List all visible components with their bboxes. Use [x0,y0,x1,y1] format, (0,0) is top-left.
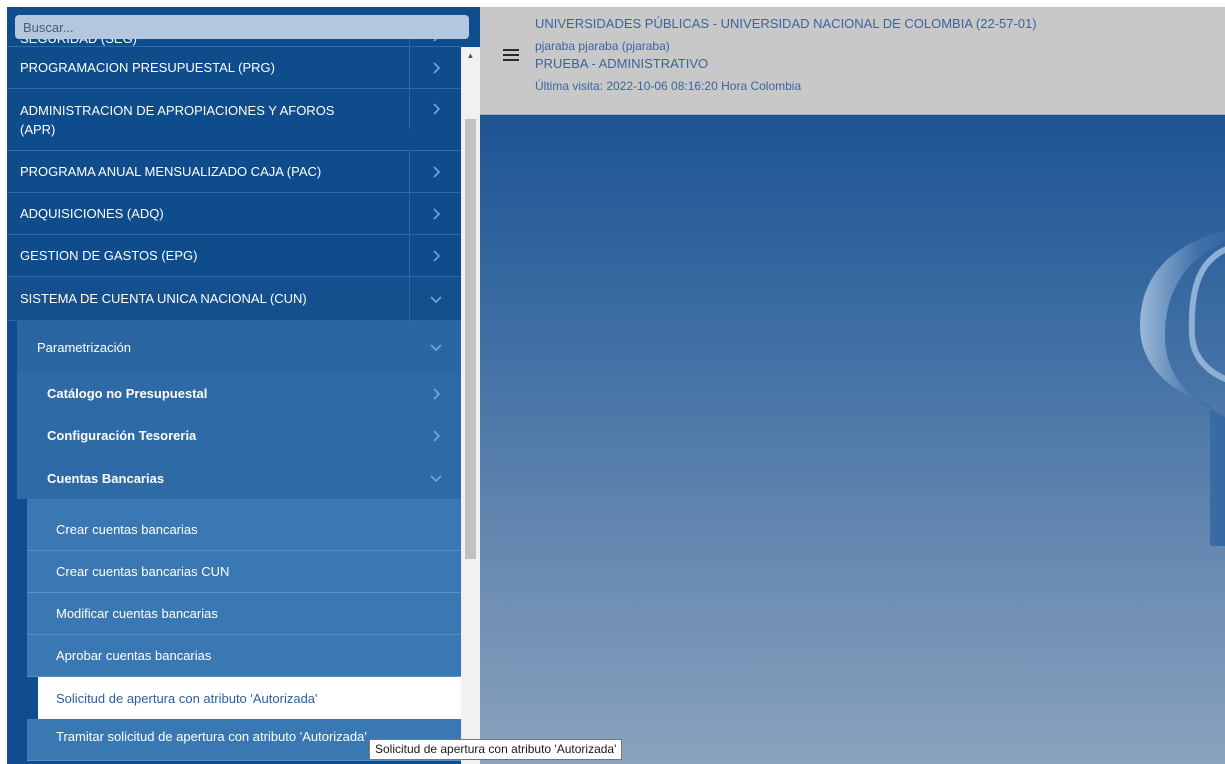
user-role: PRUEBA - ADMINISTRATIVO [535,56,709,71]
menu-module-prg[interactable]: PROGRAMACION PRESUPUESTAL (PRG) [7,47,461,89]
menu-module-label: ADQUISICIONES (ADQ) [20,206,164,221]
menu-section-configuracion[interactable]: Configuración Tesoreria [17,415,461,457]
tooltip: Solicitud de apertura con atributo 'Auto… [369,739,623,760]
menu-module-pac[interactable]: PROGRAMA ANUAL MENSUALIZADO CAJA (PAC) [7,151,461,193]
menu-module-label: SISTEMA DE CUENTA UNICA NACIONAL (CUN) [20,291,307,306]
menu-item-label: Modificar cuentas bancarias [56,606,218,621]
header-info: UNIVERSIDADES PÚBLICAS - UNIVERSIDAD NAC… [535,15,1037,95]
chevron-down-icon [409,277,461,320]
scroll-thumb[interactable] [465,119,476,559]
chevron-right-icon [409,373,461,414]
menu-module-label: GESTION DE GASTOS (EPG) [20,248,198,263]
menu-module-label: PROGRAMA ANUAL MENSUALIZADO CAJA (PAC) [20,164,322,179]
app-window: SEGURIDAD (SEG) PROGRAMACION PRESUPUESTA… [7,7,1225,764]
sidebar-menu: SEGURIDAD (SEG) PROGRAMACION PRESUPUESTA… [7,7,461,761]
menu-module-apr[interactable]: ADMINISTRACION DE APROPIACIONES Y AFOROS… [7,89,461,151]
chevron-right-icon [409,235,461,276]
menu-item-label: Crear cuentas bancarias [56,522,198,537]
chevron-right-icon [409,89,461,129]
user-name: pjaraba pjaraba (pjaraba) [535,39,670,53]
menu-section-label: Configuración Tesoreria [47,428,197,443]
menu-item-aprobar-cuentas[interactable]: Aprobar cuentas bancarias [27,635,461,677]
search-box [15,15,469,39]
sidebar-scrollbar[interactable]: ▲ [461,47,480,764]
top-header: UNIVERSIDADES PÚBLICAS - UNIVERSIDAD NAC… [480,7,1225,115]
menu-module-cun[interactable]: SISTEMA DE CUENTA UNICA NACIONAL (CUN) [7,277,461,321]
menu-item-crear-cuentas-cun[interactable]: Crear cuentas bancarias CUN [27,551,461,593]
chevron-right-icon [409,415,461,456]
chevron-down-icon [409,321,461,373]
sidebar: SEGURIDAD (SEG) PROGRAMACION PRESUPUESTA… [7,7,480,764]
app-logo-icon [1140,230,1225,546]
menu-item-modificar-cuentas[interactable]: Modificar cuentas bancarias [27,593,461,635]
menu-module-adq[interactable]: ADQUISICIONES (ADQ) [7,193,461,235]
hamburger-menu-icon[interactable] [503,49,519,63]
main-content [480,116,1225,764]
menu-submenu-label: Parametrización [37,339,131,355]
menu-item-solicitud-apertura[interactable]: Solicitud de apertura con atributo 'Auto… [38,677,461,719]
menu-module-label: ADMINISTRACION DE APROPIACIONES Y AFOROS… [20,103,335,137]
menu-section-catalogo[interactable]: Catálogo no Presupuestal [17,373,461,415]
chevron-right-icon [409,47,461,88]
last-visit: Última visita: 2022-10-06 08:16:20 Hora … [535,79,802,93]
chevron-right-icon [409,151,461,192]
scroll-up-arrow-icon[interactable]: ▲ [461,47,480,64]
search-input[interactable] [15,15,469,39]
menu-section-label: Cuentas Bancarias [47,470,165,486]
menu-module-epg[interactable]: GESTION DE GASTOS (EPG) [7,235,461,277]
menu-item-label: Solicitud de apertura con atributo 'Auto… [56,690,318,706]
menu-submenu-parametrizacion[interactable]: Parametrización [17,321,461,373]
menu-item-crear-cuentas[interactable]: Crear cuentas bancarias [27,499,461,551]
menu-section-cuentas-bancarias[interactable]: Cuentas Bancarias [17,457,461,499]
chevron-down-icon [409,457,461,499]
chevron-right-icon [409,193,461,234]
entity-title: UNIVERSIDADES PÚBLICAS - UNIVERSIDAD NAC… [535,16,1037,31]
menu-module-label: PROGRAMACION PRESUPUESTAL (PRG) [20,60,275,75]
menu-item-label: Crear cuentas bancarias CUN [56,564,230,579]
menu-section-label: Catálogo no Presupuestal [47,386,208,401]
menu-item-label: Aprobar cuentas bancarias [56,648,212,663]
